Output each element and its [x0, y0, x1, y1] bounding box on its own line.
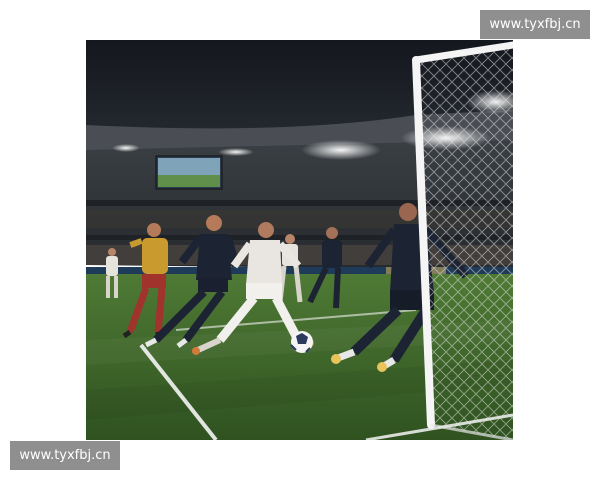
stadium-photo [86, 40, 513, 440]
stadium-screen [155, 155, 223, 190]
football [290, 331, 313, 353]
watermark-bottom: www.tyxfbj.cn [10, 441, 120, 470]
goal-net [412, 41, 513, 440]
watermark-top: www.tyxfbj.cn [480, 10, 590, 39]
